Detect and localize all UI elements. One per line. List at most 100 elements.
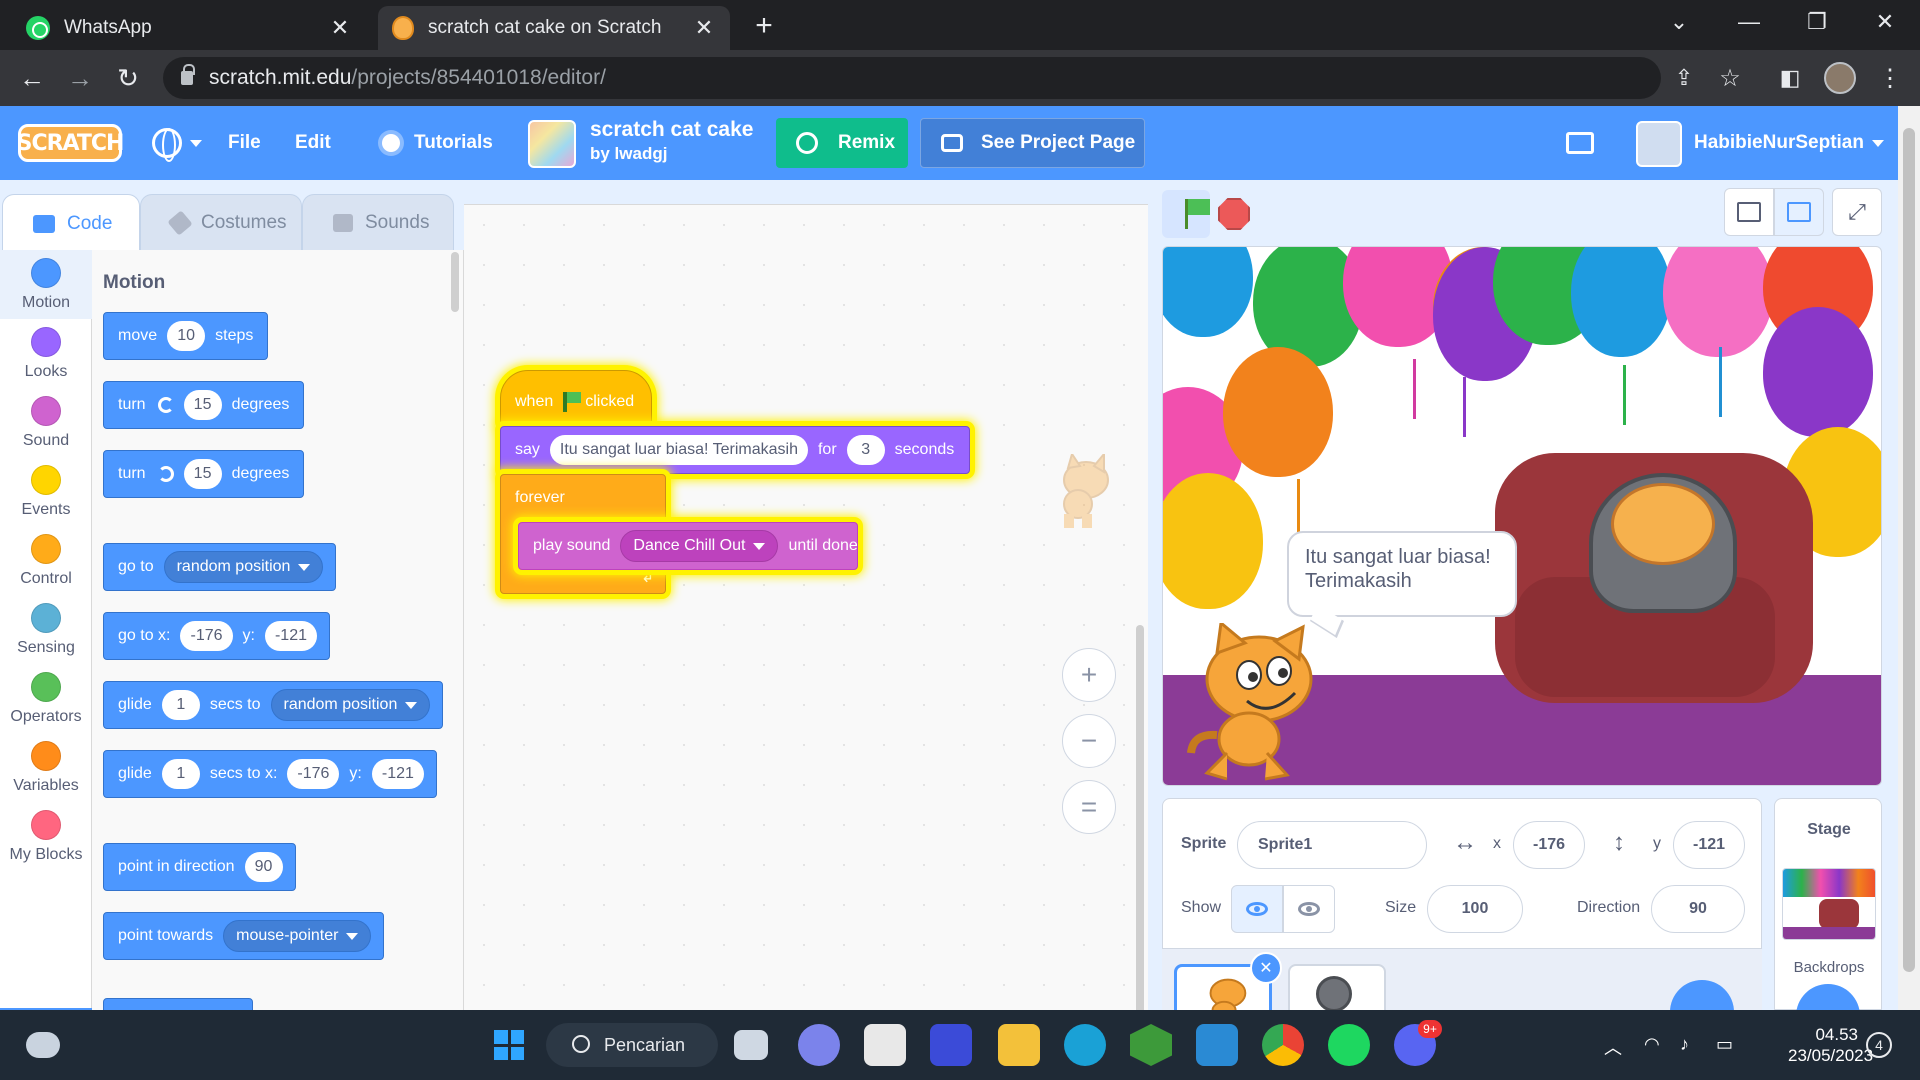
show-sprite-button[interactable] [1231, 885, 1283, 933]
restore-button[interactable]: ❐ [1782, 0, 1852, 44]
zoom-reset-button[interactable]: = [1062, 780, 1116, 834]
script-workspace[interactable] [464, 204, 1148, 1065]
close-window-button[interactable]: ✕ [1850, 0, 1920, 44]
chrome-icon[interactable] [1262, 1024, 1304, 1066]
vscode-icon[interactable] [1196, 1024, 1238, 1066]
say-for-secs-block[interactable]: say Itu sangat luar biasa! Terimakasih f… [500, 426, 970, 474]
workspace-scrollbar[interactable] [1136, 625, 1144, 1065]
volume-icon[interactable]: ♪ [1680, 1034, 1702, 1056]
x-input[interactable]: -176 [1513, 821, 1585, 869]
taskbar-search[interactable]: Pencarian [546, 1023, 718, 1067]
category-motion[interactable]: Motion [0, 250, 92, 319]
share-icon[interactable]: ⇪ [1666, 60, 1702, 96]
y-input[interactable]: -121 [264, 621, 317, 651]
account-menu[interactable]: HabibieNurSeptian [1694, 106, 1884, 180]
show-hidden-icons-icon[interactable]: ︿ [1604, 1034, 1626, 1058]
stage-canvas[interactable]: Itu sangat luar biasa! Terimakasih [1162, 246, 1882, 786]
glide-target-dropdown[interactable]: random position [270, 689, 431, 721]
file-menu[interactable]: File [228, 106, 261, 180]
minimize-button[interactable]: — [1714, 0, 1784, 44]
zoom-out-button[interactable]: − [1062, 714, 1116, 768]
turn-right-block[interactable]: turn 15 degrees [103, 381, 305, 429]
degrees-input[interactable]: 15 [183, 390, 222, 420]
tab-scratch[interactable]: scratch cat cake on Scratch ✕ [378, 6, 730, 50]
x-input[interactable]: -176 [287, 759, 340, 789]
sprite-name-input[interactable]: Sprite1 [1237, 821, 1427, 869]
weather-icon[interactable] [26, 1032, 60, 1058]
palette-scrollbar[interactable] [451, 252, 459, 312]
file-explorer-icon[interactable] [998, 1024, 1040, 1066]
spotify-icon[interactable] [1328, 1024, 1370, 1066]
point-towards-block[interactable]: point towards mouse-pointer [103, 912, 385, 960]
size-input[interactable]: 100 [1427, 885, 1523, 933]
profile-avatar[interactable] [1824, 62, 1856, 94]
scratch-logo[interactable]: SCRATCH [17, 124, 124, 162]
user-avatar[interactable] [1636, 121, 1682, 167]
close-icon[interactable]: ✕ [692, 15, 716, 41]
partial-block[interactable] [103, 998, 253, 1010]
scratch-cat-sprite[interactable] [1187, 623, 1317, 783]
stage-thumbnail[interactable] [1782, 868, 1876, 940]
category-events[interactable]: Events [0, 457, 92, 526]
microsoft-store-icon[interactable] [864, 1024, 906, 1066]
go-to-xy-block[interactable]: go to x: -176 y: -121 [103, 612, 330, 660]
y-input[interactable]: -121 [1673, 821, 1745, 869]
forward-button[interactable]: → [62, 60, 98, 96]
category-operators[interactable]: Operators [0, 664, 92, 733]
tab-sounds[interactable]: Sounds [302, 194, 454, 250]
reload-button[interactable]: ↻ [110, 60, 146, 96]
point-in-direction-block[interactable]: point in direction 90 [103, 843, 296, 891]
normal-stage-button[interactable] [1774, 188, 1824, 236]
message-input[interactable]: Itu sangat luar biasa! Terimakasih [549, 435, 808, 465]
sound-dropdown[interactable]: Dance Chill Out [620, 530, 779, 562]
play-sound-until-done-block[interactable]: play sound Dance Chill Out until done [518, 522, 858, 570]
fullscreen-button[interactable]: ⤢ [1832, 188, 1882, 236]
battery-icon[interactable]: ▭ [1716, 1034, 1738, 1056]
secs-input[interactable]: 1 [161, 690, 200, 720]
app-icon[interactable] [930, 1024, 972, 1066]
degrees-input[interactable]: 15 [183, 459, 222, 489]
start-button[interactable] [488, 1024, 530, 1066]
direction-input[interactable]: 90 [244, 852, 283, 882]
scrollbar-thumb[interactable] [1903, 128, 1915, 972]
remix-button[interactable]: Remix [776, 118, 908, 168]
y-input[interactable]: -121 [371, 759, 424, 789]
when-flag-clicked-block[interactable]: when clicked [500, 370, 652, 426]
category-sound[interactable]: Sound [0, 388, 92, 457]
category-my-blocks[interactable]: My Blocks [0, 802, 92, 871]
goto-target-dropdown[interactable]: random position [163, 551, 324, 583]
tab-costumes[interactable]: Costumes [140, 194, 302, 250]
new-tab-button[interactable]: + [748, 8, 780, 44]
task-view-icon[interactable] [734, 1030, 768, 1060]
hide-sprite-button[interactable] [1283, 885, 1335, 933]
bookmark-star-icon[interactable]: ☆ [1712, 60, 1748, 96]
back-button[interactable]: ← [14, 60, 50, 96]
tab-search-icon[interactable]: ⌄ [1644, 0, 1714, 44]
x-input[interactable]: -176 [180, 621, 233, 651]
secs-input[interactable]: 3 [846, 435, 885, 465]
wifi-icon[interactable]: ◠ [1644, 1034, 1666, 1056]
close-icon[interactable]: ✕ [328, 15, 352, 41]
edit-menu[interactable]: Edit [295, 106, 331, 180]
page-scrollbar[interactable] [1898, 106, 1920, 1010]
steps-input[interactable]: 10 [167, 321, 206, 351]
language-menu[interactable] [152, 106, 202, 180]
side-panel-icon[interactable]: ◧ [1772, 60, 1808, 96]
see-project-page-button[interactable]: See Project Page [920, 118, 1145, 168]
category-control[interactable]: Control [0, 526, 92, 595]
taskbar-clock[interactable]: 04.53 23/05/2023 [1788, 1024, 1873, 1066]
teams-chat-icon[interactable] [798, 1024, 840, 1066]
address-bar[interactable]: scratch.mit.edu/projects/854401018/edito… [163, 57, 1661, 99]
tutorials-menu[interactable]: Tutorials [382, 106, 493, 180]
delete-sprite-button[interactable]: ✕ [1250, 952, 1282, 984]
go-to-block[interactable]: go to random position [103, 543, 337, 591]
tab-whatsapp[interactable]: WhatsApp ✕ [12, 6, 366, 50]
category-looks[interactable]: Looks [0, 319, 92, 388]
move-steps-block[interactable]: move 10 steps [103, 312, 269, 360]
glide-xy-block[interactable]: glide 1 secs to x: -176 y: -121 [103, 750, 437, 798]
category-variables[interactable]: Variables [0, 733, 92, 802]
small-stage-button[interactable] [1724, 188, 1774, 236]
notification-badge[interactable]: 4 [1866, 1032, 1892, 1058]
green-flag-button[interactable] [1162, 190, 1210, 238]
category-sensing[interactable]: Sensing [0, 595, 92, 664]
